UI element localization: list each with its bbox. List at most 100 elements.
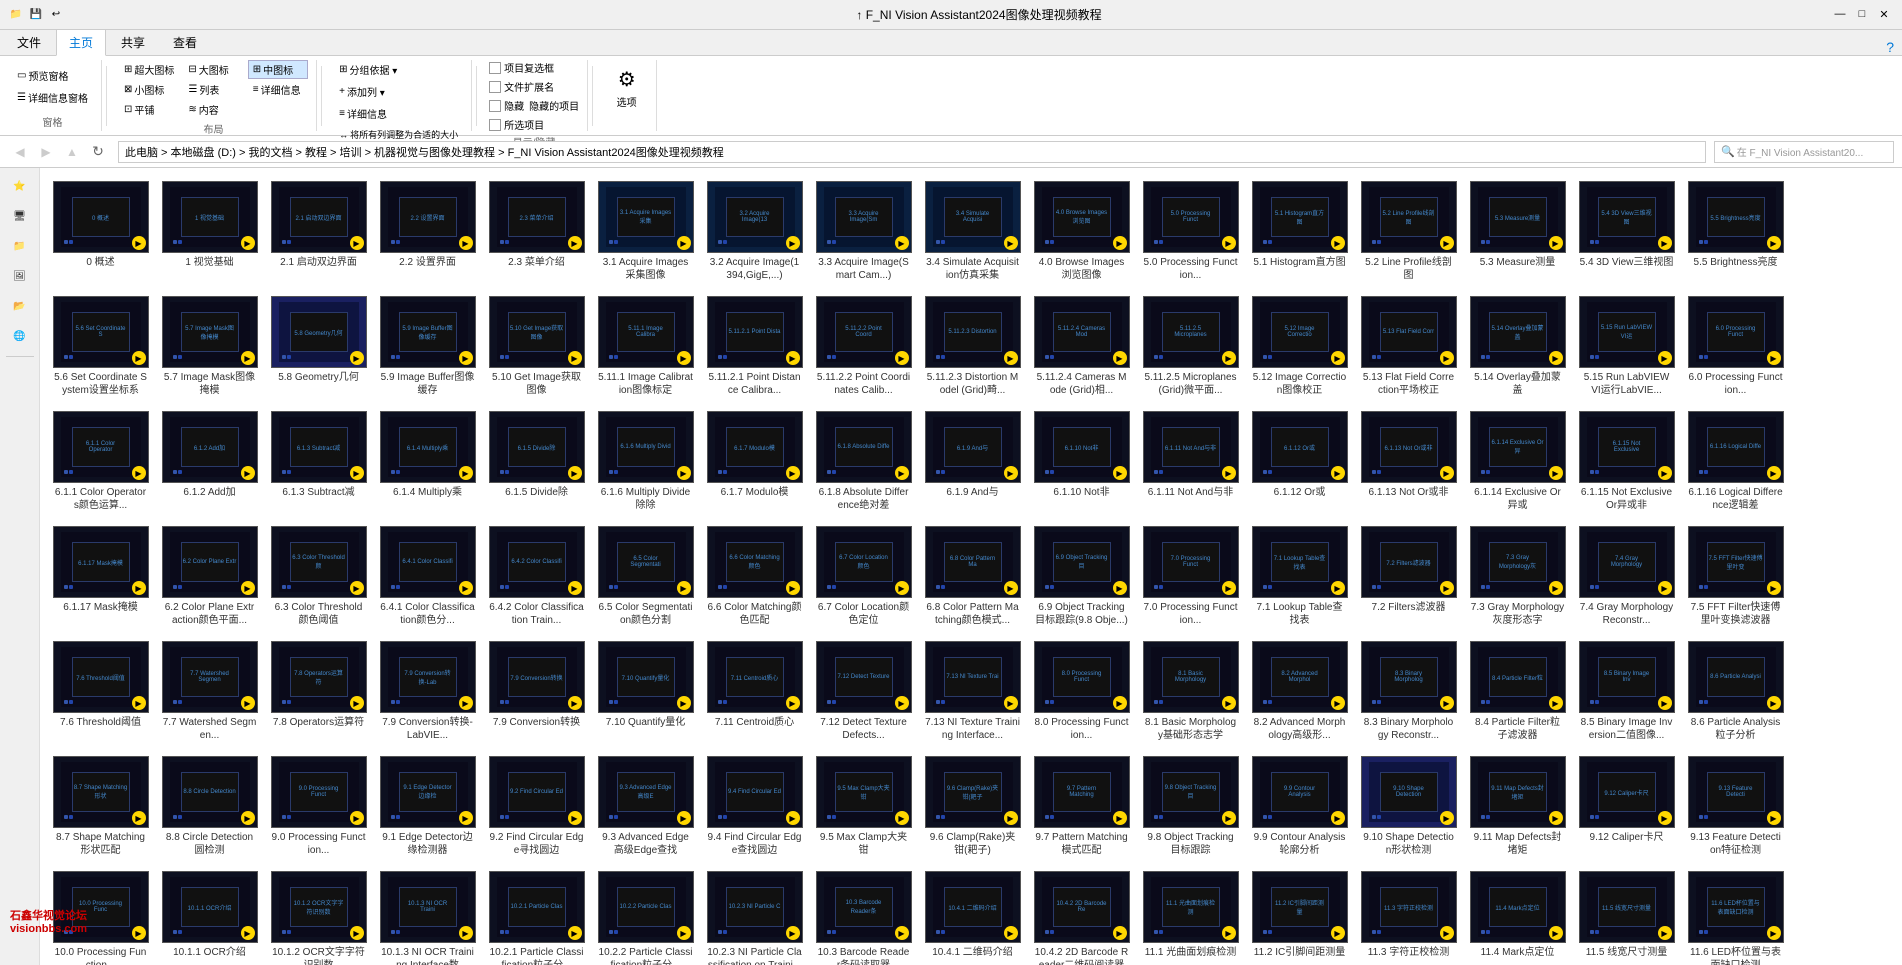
checkbox-item-hidden[interactable]: 隐藏隐藏的项目 [489,98,579,113]
list-item[interactable]: 7.5 FFT Filter快速傅里叶变 ▶7.5 FFT Filter快速傅里… [1683,521,1788,632]
list-item[interactable]: 9.6 Clamp(Rake)夹钳(耙子 ▶9.6 Clamp(Rake)夹钳(… [920,751,1025,862]
list-item[interactable]: 11.4 Mark点定位 ▶11.4 Mark点定位 [1465,866,1570,965]
list-item[interactable]: 3.3 Acquire Image(Sm ▶3.3 Acquire Image(… [811,176,916,287]
list-item[interactable]: 10.2.3 NI Particle C ▶10.2.3 NI Particle… [702,866,807,965]
list-item[interactable]: 8.8 Circle Detection ▶8.8 Circle Detecti… [157,751,262,862]
list-item[interactable]: 7.8 Operators运算符 ▶7.8 Operators运算符 [266,636,371,747]
list-item[interactable]: 6.1.7 Modulo模 ▶6.1.7 Modulo模 [702,406,807,517]
list-item[interactable]: 2.1 启动双边界面 ▶2.1 启动双边界面 [266,176,371,287]
list-item[interactable]: 6.1.15 Not Exclusive ▶6.1.15 Not Exclusi… [1574,406,1679,517]
list-item[interactable]: 11.3 字符正校检测 ▶11.3 字符正校检测 [1356,866,1461,965]
list-item[interactable]: 5.4 3D View三维视图 ▶5.4 3D View三维视图 [1574,176,1679,287]
list-item[interactable]: 6.2 Color Plane Extr ▶6.2 Color Plane Ex… [157,521,262,632]
list-item[interactable]: 6.1.13 Not Or或非 ▶6.1.13 Not Or或非 [1356,406,1461,517]
list-item[interactable]: 2.3 菜单介绍 ▶2.3 菜单介绍 [484,176,589,287]
list-item[interactable]: 6.4.1 Color Classifi ▶6.4.1 Color Classi… [375,521,480,632]
tab-view[interactable]: 查看 [160,29,210,55]
list-item[interactable]: 6.9 Object Tracking目 ▶6.9 Object Trackin… [1029,521,1134,632]
list-item[interactable]: 2.2 设置界面 ▶2.2 设置界面 [375,176,480,287]
list-item[interactable]: 7.9 Conversion转换-Lab ▶7.9 Conversion转换-L… [375,636,480,747]
tab-home[interactable]: 主页 [56,29,106,56]
list-item[interactable]: 9.12 Caliper卡尺 ▶9.12 Caliper卡尺 [1574,751,1679,862]
list-item[interactable]: 5.13 Flat Field Corr ▶5.13 Flat Field Co… [1356,291,1461,402]
list-item[interactable]: 0 概述 ▶0 概述 [48,176,153,287]
list-item[interactable]: 9.0 Processing Funct ▶9.0 Processing Fun… [266,751,371,862]
list-item[interactable]: 5.10 Get Image获取图像 ▶5.10 Get Image获取图像 [484,291,589,402]
list-item[interactable]: 6.1.5 Divide除 ▶6.1.5 Divide除 [484,406,589,517]
list-item[interactable]: 9.3 Advanced Edge高级E ▶9.3 Advanced Edge高… [593,751,698,862]
address-path[interactable]: 此电脑 > 本地磁盘 (D:) > 我的文档 > 教程 > 培训 > 机器视觉与… [118,141,1706,163]
large-icon-btn[interactable]: ⊟ 大图标 [183,60,243,79]
list-item[interactable]: 7.13 NI Texture Trai ▶7.13 NI Texture Tr… [920,636,1025,747]
list-item[interactable]: 6.1.12 Or或 ▶6.1.12 Or或 [1247,406,1352,517]
list-item[interactable]: 5.7 Image Mask图像掩模 ▶5.7 Image Mask图像掩模 [157,291,262,402]
list-item[interactable]: 5.2 Line Profile线剖图 ▶5.2 Line Profile线剖图 [1356,176,1461,287]
checkbox-hidden[interactable] [489,100,501,112]
list-item[interactable]: 9.13 Feature Detecti ▶9.13 Feature Detec… [1683,751,1788,862]
list-item[interactable]: 9.2 Find Circular Ed ▶9.2 Find Circular … [484,751,589,862]
list-item[interactable]: 6.1.10 Not非 ▶6.1.10 Not非 [1029,406,1134,517]
list-item[interactable]: 11.5 线宽尺寸测量 ▶11.5 线宽尺寸测量 [1574,866,1679,965]
list-item[interactable]: 5.3 Measure测量 ▶5.3 Measure测量 [1465,176,1570,287]
list-item[interactable]: 3.2 Acquire Image(13 ▶3.2 Acquire Image(… [702,176,807,287]
list-item[interactable]: 5.11.2.4 Cameras Mod ▶5.11.2.4 Cameras M… [1029,291,1134,402]
options-button[interactable]: ⚙ 选项 [607,64,647,112]
add-col-button[interactable]: + 添加列 ▾ [334,82,463,101]
list-item[interactable]: 7.7 Watershed Segmen ▶7.7 Watershed Segm… [157,636,262,747]
minimize-button[interactable]: — [1830,4,1850,24]
extra-large-icon-btn[interactable]: ⊞ 超大图标 [119,60,179,79]
list-item[interactable]: 4.0 Browse Images浏览图 ▶4.0 Browse Images浏… [1029,176,1134,287]
list-item[interactable]: 6.1.11 Not And与非 ▶6.1.11 Not And与非 [1138,406,1243,517]
list-item[interactable]: 9.9 Contour Analysis ▶9.9 Contour Analys… [1247,751,1352,862]
list-item[interactable]: 7.0 Processing Funct ▶7.0 Processing Fun… [1138,521,1243,632]
list-item[interactable]: 9.10 Shape Detection ▶9.10 Shape Detecti… [1356,751,1461,862]
list-item[interactable]: 5.8 Geometry几何 ▶5.8 Geometry几何 [266,291,371,402]
quick-access-network[interactable]: 🌐 [4,322,36,350]
list-item[interactable]: 1 视觉基础 ▶1 视觉基础 [157,176,262,287]
list-item[interactable]: 6.1.8 Absolute Diffe ▶6.1.8 Absolute Dif… [811,406,916,517]
list-item[interactable]: 5.5 Brightness亮度 ▶5.5 Brightness亮度 [1683,176,1788,287]
list-item[interactable]: 9.5 Max Clamp大夹钳 ▶9.5 Max Clamp大夹钳 [811,751,916,862]
list-item[interactable]: 6.5 Color Segmentati ▶6.5 Color Segmenta… [593,521,698,632]
checkbox-checkboxes[interactable] [489,62,501,74]
detail-btn[interactable]: ≡ 详细信息 [248,80,308,99]
list-item[interactable]: 6.0 Processing Funct ▶6.0 Processing Fun… [1683,291,1788,402]
list-item[interactable]: 11.2 IC引脚间距测量 ▶11.2 IC引脚间距测量 [1247,866,1352,965]
list-item[interactable]: 9.1 Edge Detector边缘检 ▶9.1 Edge Detector边… [375,751,480,862]
list-item[interactable]: 5.14 Overlay叠加蒙盖 ▶5.14 Overlay叠加蒙盖 [1465,291,1570,402]
checkbox-extensions[interactable] [489,81,501,93]
list-item[interactable]: 6.1.16 Logical Diffe ▶6.1.16 Logical Dif… [1683,406,1788,517]
list-item[interactable]: 6.6 Color Matching颜色 ▶6.6 Color Matching… [702,521,807,632]
list-item[interactable]: 10.2.2 Particle Clas ▶10.2.2 Particle Cl… [593,866,698,965]
search-box[interactable]: 🔍 在 F_NI Vision Assistant20... [1714,141,1894,163]
list-item[interactable]: 5.11.2.1 Point Dista ▶5.11.2.1 Point Dis… [702,291,807,402]
list-item[interactable]: 9.4 Find Circular Ed ▶9.4 Find Circular … [702,751,807,862]
list-item[interactable]: 8.4 Particle Filter粒 ▶8.4 Particle Filte… [1465,636,1570,747]
list-item[interactable]: 5.12 Image Correctio ▶5.12 Image Correct… [1247,291,1352,402]
list-item[interactable]: 9.8 Object Tracking目 ▶9.8 Object Trackin… [1138,751,1243,862]
list-item[interactable]: 5.11.2.2 Point Coord ▶5.11.2.2 Point Coo… [811,291,916,402]
list-item[interactable]: 11.1 光曲面划痕检测 ▶11.1 光曲面划痕检测 [1138,866,1243,965]
quick-access-star[interactable]: ⭐ [4,172,36,200]
list-item[interactable]: 10.3 Barcode Reader条 ▶10.3 Barcode Reade… [811,866,916,965]
list-item[interactable]: 8.2 Advanced Morphol ▶8.2 Advanced Morph… [1247,636,1352,747]
detail-info-button[interactable]: ≡ 详细信息 [334,104,463,123]
list-item[interactable]: 5.9 Image Buffer图像缓存 ▶5.9 Image Buffer图像… [375,291,480,402]
list-item[interactable]: 6.1.17 Mask掩模 ▶6.1.17 Mask掩模 [48,521,153,632]
forward-button[interactable]: ▶ [34,140,58,164]
checkbox-item-selected[interactable]: 所选项目 [489,117,579,132]
list-item[interactable]: 6.1.6 Multiply Divid ▶6.1.6 Multiply Div… [593,406,698,517]
checkbox-item-checkboxes[interactable]: 项目复选框 [489,60,579,75]
list-item[interactable]: 3.4 Simulate Acquisi ▶3.4 Simulate Acqui… [920,176,1025,287]
list-item[interactable]: 6.7 Color Location颜色 ▶6.7 Color Location… [811,521,916,632]
list-item[interactable]: 10.1.2 OCR文字字符识别数 ▶10.1.2 OCR文字字符识别数 [266,866,371,965]
list-item[interactable]: 5.11.1 Image Calibra ▶5.11.1 Image Calib… [593,291,698,402]
quick-access-image[interactable]: 🖼 [4,262,36,290]
list-item[interactable]: 10.4.2 2D Barcode Re ▶10.4.2 2D Barcode … [1029,866,1134,965]
quick-access-folder[interactable]: 📁 [4,232,36,260]
list-item[interactable]: 9.7 Pattern Matching ▶9.7 Pattern Matchi… [1029,751,1134,862]
list-item[interactable]: 8.3 Binary Morpholog ▶8.3 Binary Morphol… [1356,636,1461,747]
list-item[interactable]: 8.1 Basic Morphology ▶8.1 Basic Morpholo… [1138,636,1243,747]
list-item[interactable]: 7.11 Centroid质心 ▶7.11 Centroid质心 [702,636,807,747]
list-item[interactable]: 7.2 Filters滤波器 ▶7.2 Filters滤波器 [1356,521,1461,632]
